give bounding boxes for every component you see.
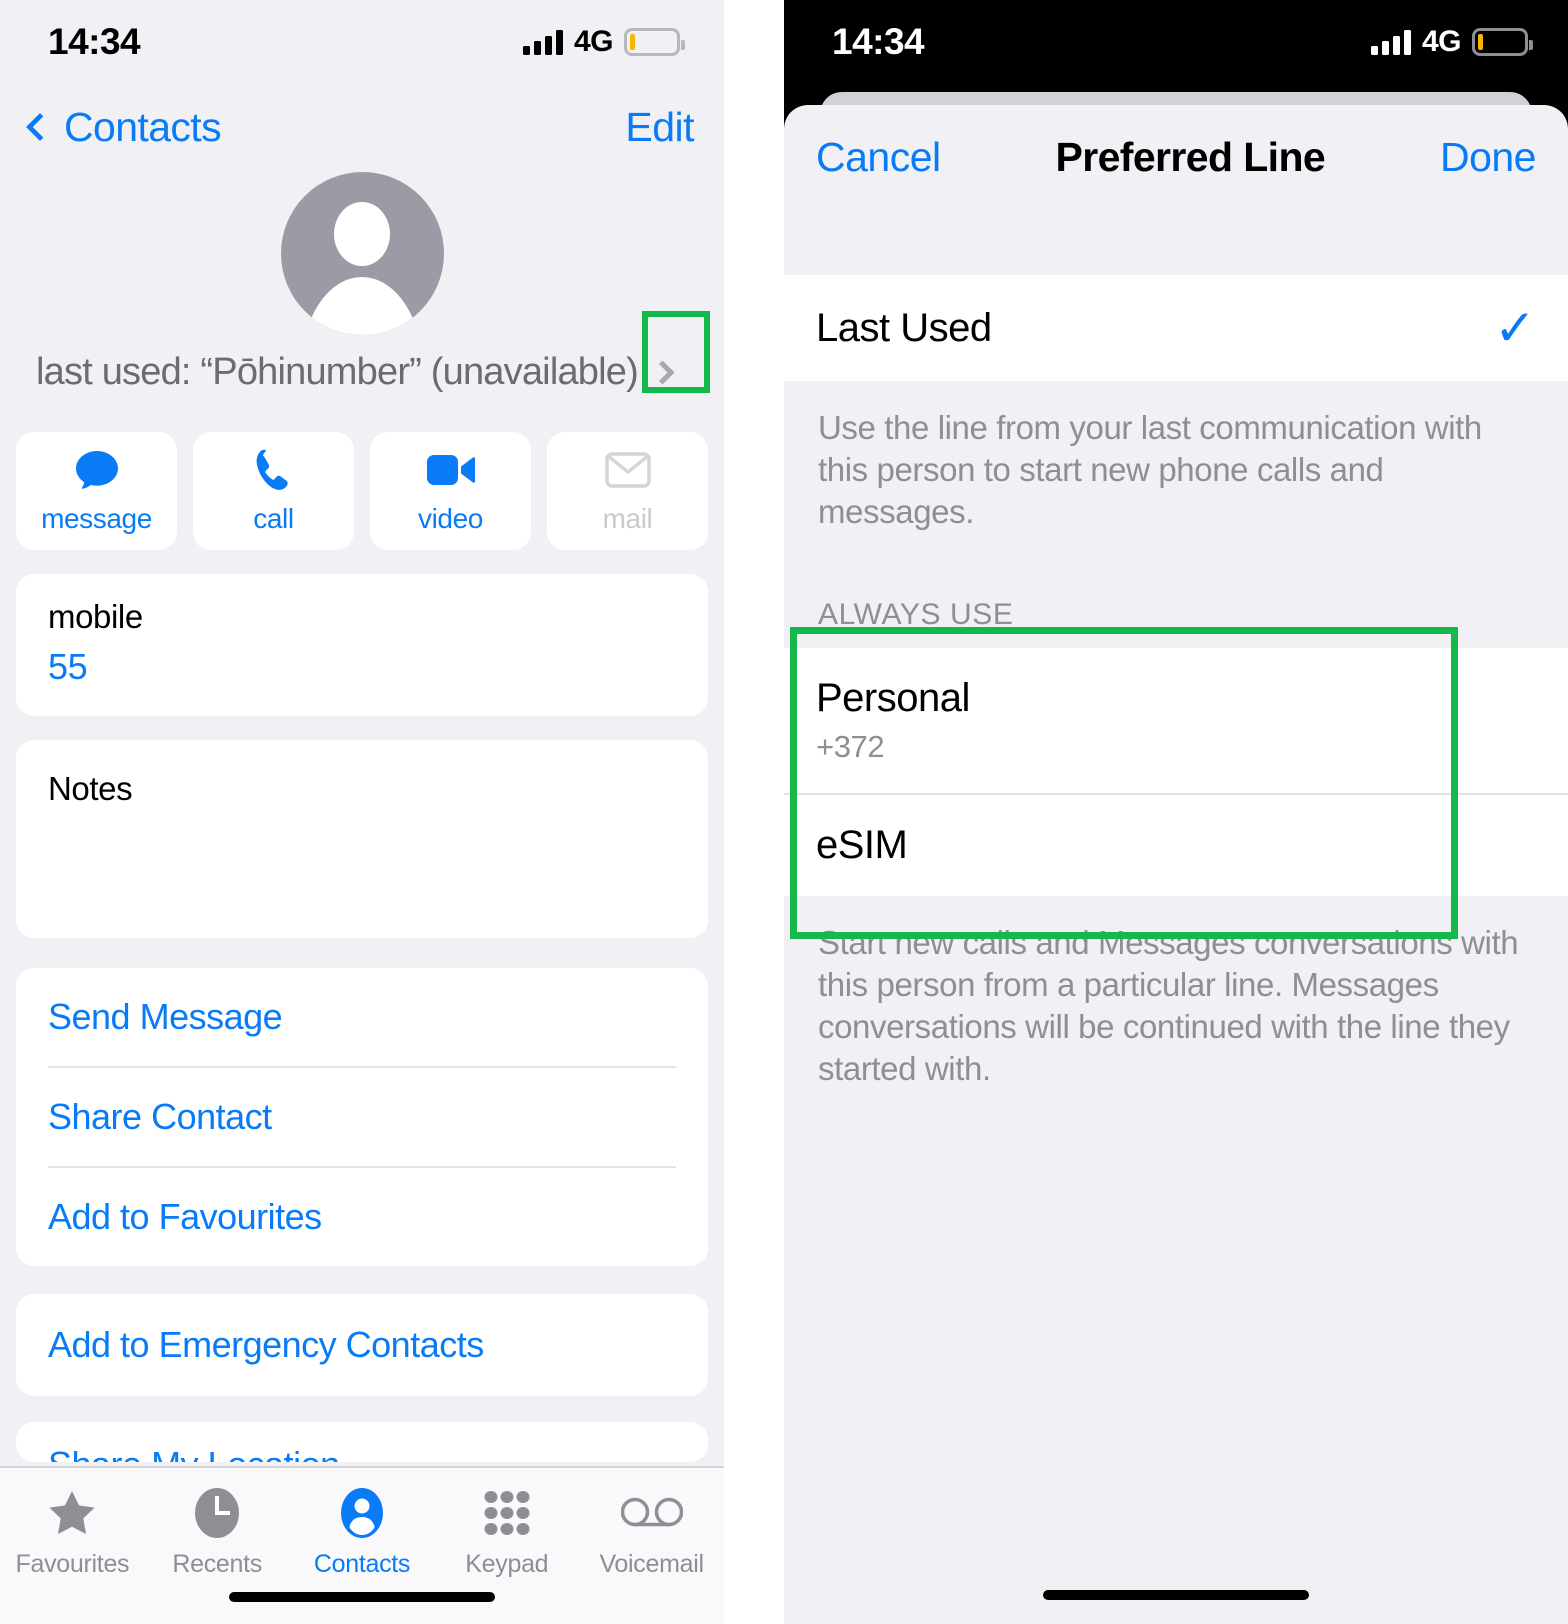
home-indicator xyxy=(229,1592,495,1602)
row-line-esim[interactable]: eSIM xyxy=(784,795,1568,896)
row-last-used-label: Last Used xyxy=(816,305,992,350)
row-line-esim-label: eSIM xyxy=(816,822,908,867)
status-indicators: 4G xyxy=(1370,25,1533,59)
always-use-footnote: Start new calls and Messages conversatio… xyxy=(818,923,1519,1088)
phone-icon xyxy=(254,447,294,493)
chevron-left-icon xyxy=(25,112,55,142)
video-camera-icon xyxy=(426,447,476,493)
share-contact-button[interactable]: Share Contact xyxy=(48,1068,676,1168)
keypad-grid-icon xyxy=(483,1486,531,1540)
action-call[interactable]: call xyxy=(193,432,354,550)
avatar-container xyxy=(0,172,724,335)
last-used-footnote: Use the line from your last communicatio… xyxy=(818,409,1482,531)
last-used-group: Last Used ✓ xyxy=(784,275,1568,381)
signal-bars-icon xyxy=(522,29,563,55)
row-last-used[interactable]: Last Used ✓ xyxy=(784,275,1568,381)
notes-value[interactable] xyxy=(48,808,676,846)
tab-contacts-label: Contacts xyxy=(313,1550,411,1578)
network-type-label: 4G xyxy=(1421,25,1462,58)
send-message-button[interactable]: Send Message xyxy=(48,968,676,1068)
edit-button[interactable]: Edit xyxy=(625,104,694,151)
tab-favourites[interactable]: Favourites xyxy=(0,1486,145,1579)
check-icon: ✓ xyxy=(1494,300,1536,356)
screenshot-pair: 14:34 4G Contacts Edit last used: “Pōhin… xyxy=(0,0,1568,1624)
nav-bar: Contacts Edit xyxy=(0,84,724,170)
status-bar: 14:34 4G xyxy=(784,0,1568,84)
action-mail-label: mail xyxy=(602,503,653,534)
action-mail: mail xyxy=(547,432,708,550)
cancel-button[interactable]: Cancel xyxy=(816,134,941,181)
sheet-title: Preferred Line xyxy=(1055,134,1326,180)
tab-recents[interactable]: Recents xyxy=(145,1486,290,1579)
status-time: 14:34 xyxy=(832,21,925,62)
tab-keypad[interactable]: Keypad xyxy=(434,1486,579,1579)
add-to-emergency-contacts-button[interactable]: Add to Emergency Contacts xyxy=(48,1294,676,1396)
back-button-label: Contacts xyxy=(64,103,222,150)
row-line-personal-label: Personal xyxy=(816,675,970,720)
action-video-label: video xyxy=(418,503,483,534)
status-indicators: 4G xyxy=(522,25,685,59)
status-bar: 14:34 4G xyxy=(0,0,724,84)
phone-value[interactable]: 55 xyxy=(48,636,676,716)
contact-actions-group: Send Message Share Contact Add to Favour… xyxy=(16,968,708,1266)
notes-card[interactable]: Notes xyxy=(16,740,708,938)
tab-voicemail[interactable]: Voicemail xyxy=(579,1486,724,1579)
status-time: 14:34 xyxy=(48,21,141,62)
emergency-group: Add to Emergency Contacts xyxy=(16,1294,708,1396)
always-use-header: ALWAYS USE xyxy=(818,597,1014,631)
back-button[interactable]: Contacts xyxy=(18,103,222,151)
clock-icon xyxy=(194,1486,240,1540)
tab-keypad-label: Keypad xyxy=(465,1550,549,1578)
tab-contacts[interactable]: Contacts xyxy=(290,1486,435,1579)
star-icon xyxy=(48,1486,96,1540)
row-line-personal[interactable]: Personal +372 xyxy=(784,648,1568,795)
action-message-label: message xyxy=(41,503,152,534)
tab-favourites-label: Favourites xyxy=(15,1550,130,1578)
tab-voicemail-label: Voicemail xyxy=(599,1550,704,1578)
phone-label: mobile xyxy=(48,598,143,635)
share-my-location-button[interactable]: Share My Location xyxy=(48,1422,676,1462)
preferred-line-disclosure-highlight xyxy=(642,311,710,393)
action-video[interactable]: video xyxy=(370,432,531,550)
notes-label: Notes xyxy=(48,770,133,807)
preferred-line-sheet: Cancel Preferred Line Done Last Used ✓ U… xyxy=(784,105,1568,1624)
last-used-row[interactable]: last used: “Pōhinumber” (unavailable) xyxy=(0,311,724,394)
quick-actions: message call video mail xyxy=(0,432,724,550)
envelope-icon xyxy=(604,447,651,493)
done-button[interactable]: Done xyxy=(1440,134,1537,181)
right-screen-preferred-line: 14:34 4G Cancel Preferred Line Done Last… xyxy=(784,0,1568,1624)
row-line-personal-subtitle: +372 xyxy=(816,728,885,764)
share-location-group: Share My Location xyxy=(16,1422,708,1462)
message-bubble-icon xyxy=(74,447,120,493)
phone-card[interactable]: mobile 55 xyxy=(16,574,708,716)
action-message[interactable]: message xyxy=(16,432,177,550)
avatar[interactable] xyxy=(280,172,444,335)
add-to-favourites-button[interactable]: Add to Favourites xyxy=(48,1168,676,1266)
last-used-label: last used: “Pōhinumber” (unavailable) xyxy=(36,351,639,393)
network-type-label: 4G xyxy=(573,25,614,58)
always-use-group: Personal +372 eSIM xyxy=(784,647,1568,896)
voicemail-icon xyxy=(620,1486,683,1540)
action-call-label: call xyxy=(253,503,294,534)
battery-icon xyxy=(624,28,685,56)
tab-recents-label: Recents xyxy=(172,1550,262,1578)
screen-divider xyxy=(724,0,784,1624)
battery-icon xyxy=(1472,28,1533,56)
sheet-nav-bar: Cancel Preferred Line Done xyxy=(784,105,1568,210)
signal-bars-icon xyxy=(1370,29,1411,55)
home-indicator xyxy=(1043,1590,1309,1600)
left-screen-contact-detail: 14:34 4G Contacts Edit last used: “Pōhin… xyxy=(0,0,724,1624)
person-circle-icon xyxy=(340,1486,384,1540)
